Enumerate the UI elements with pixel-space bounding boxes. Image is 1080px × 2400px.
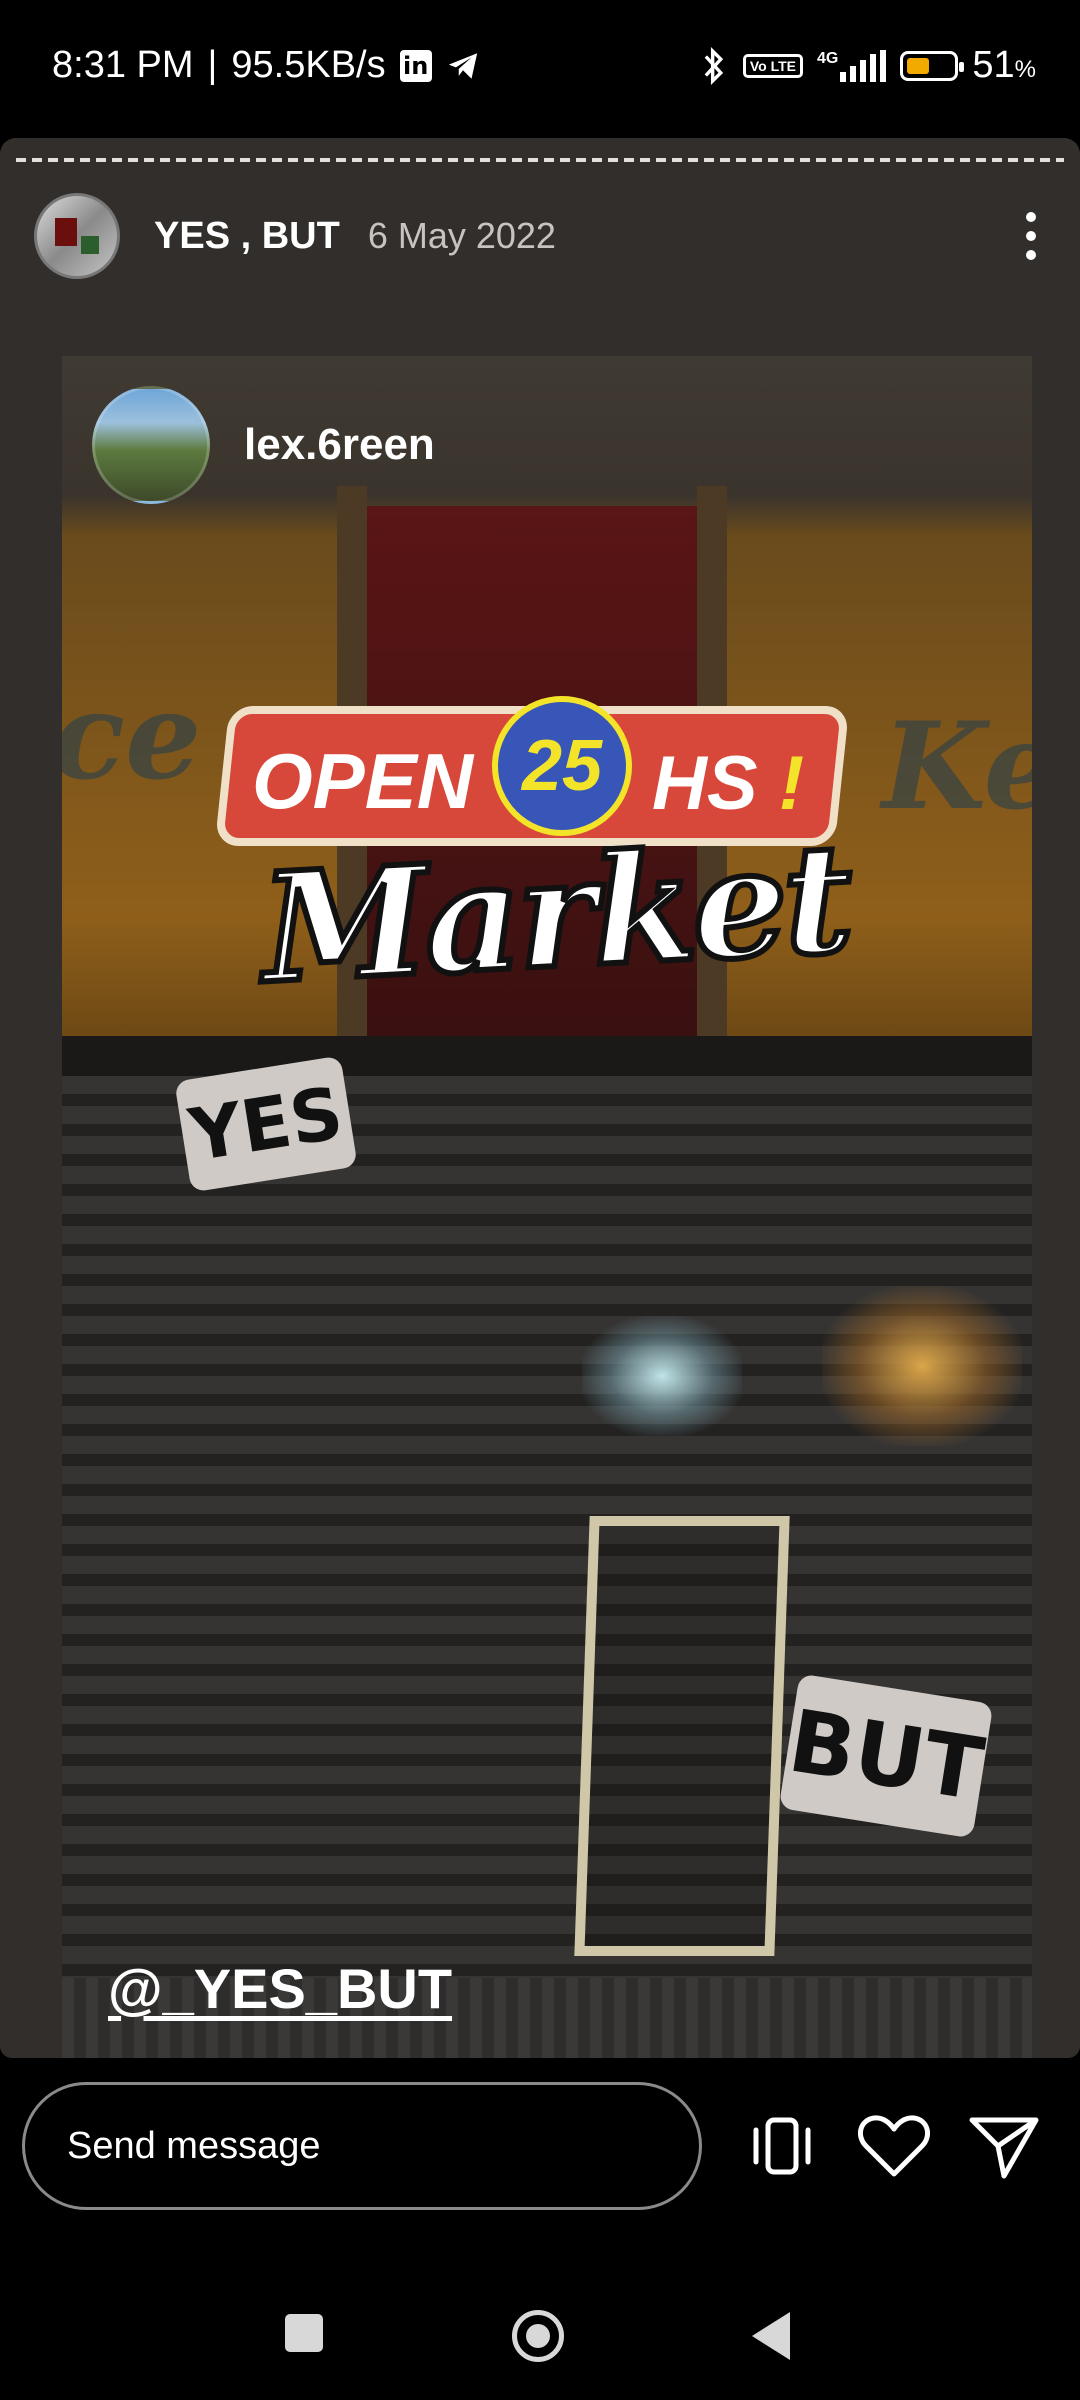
shop-light [582, 1316, 742, 1436]
status-time: 8:31 PM [52, 44, 194, 86]
send-message-input[interactable]: Send message [22, 2082, 702, 2210]
more-options-icon[interactable] [1016, 206, 1046, 266]
network-type: 4G [817, 49, 839, 67]
rolling-shutter [62, 1076, 1032, 2058]
story-viewer[interactable]: YES , BUT 6 May 2022 ce Kee OPEN 25 HS !… [0, 138, 1080, 2058]
message-placeholder: Send message [67, 2124, 321, 2167]
background-lettering: ce [62, 666, 202, 807]
home-button[interactable] [512, 2310, 564, 2362]
battery-percent: 51% [972, 44, 1036, 86]
profile-avatar[interactable] [34, 193, 120, 279]
linkedin-icon: in [399, 49, 432, 82]
recent-apps-button[interactable] [285, 2314, 323, 2352]
status-separator: | [207, 44, 218, 86]
shop-light [822, 1286, 1022, 1446]
shared-post-author[interactable]: lex.6reen [92, 386, 435, 504]
story-reply-bar: Send message [0, 2058, 1080, 2258]
story-username[interactable]: YES , BUT [154, 215, 340, 258]
volte-icon: Vo LTE [742, 53, 804, 78]
market-sign: OPEN 25 HS ! Market [214, 696, 856, 1020]
mention-sticker[interactable]: @_YES_BUT [108, 1956, 452, 2021]
background-lettering: Kee [882, 696, 1032, 837]
story-date: 6 May 2022 [367, 215, 556, 256]
shutter-door [574, 1516, 790, 1956]
send-icon[interactable] [962, 2104, 1046, 2188]
back-button[interactable] [752, 2312, 790, 2360]
signal-bars-icon [840, 49, 887, 82]
bluetooth-icon [704, 46, 724, 85]
sign-sun-badge: 25 [492, 696, 632, 836]
status-right: Vo LTE 4G 51% [699, 44, 1036, 87]
shared-author-avatar[interactable] [92, 386, 210, 504]
network-speed: 95.5KB/s [231, 44, 386, 86]
status-bar: 8:31 PM | 95.5KB/s in Vo LTE 4G 51% [0, 0, 1080, 135]
heart-icon[interactable] [852, 2104, 936, 2188]
telegram-icon [448, 52, 477, 79]
cell-signal: 4G [817, 49, 887, 82]
battery-icon [900, 50, 965, 81]
story-progress-bar [16, 158, 1064, 162]
shared-author-username[interactable]: lex.6reen [244, 420, 435, 470]
system-navigation-bar [0, 2258, 1080, 2400]
story-header: YES , BUT 6 May 2022 [34, 190, 1046, 282]
vibrate-phone-icon[interactable] [740, 2104, 824, 2188]
status-left: 8:31 PM | 95.5KB/s in [52, 44, 480, 87]
sign-number: 25 [521, 726, 603, 806]
sign-open-text: OPEN [252, 737, 474, 825]
sign-market-text: Market [255, 808, 856, 1020]
